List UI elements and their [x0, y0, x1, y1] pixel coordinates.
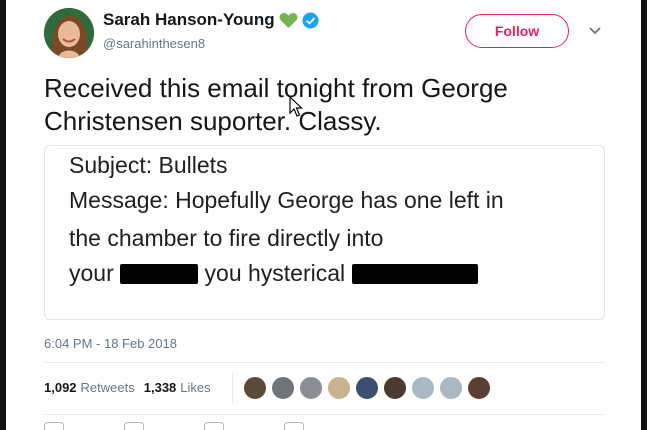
liker-avatars	[243, 376, 491, 400]
liker-avatar[interactable]	[299, 376, 323, 400]
divider	[44, 414, 605, 415]
author-avatar[interactable]	[44, 8, 94, 58]
tweet-timestamp[interactable]: 6:04 PM - 18 Feb 2018	[44, 336, 177, 351]
likes-label: Likes	[180, 380, 211, 395]
tweet-text: Received this email tonight from George …	[44, 72, 624, 138]
email-message-line: your you hysterical	[69, 260, 478, 287]
tweet-text-line: Christensen suporter. Classy.	[44, 106, 382, 136]
engagement-stats: 1,092 Retweets 1,338 Likes	[44, 380, 211, 395]
email-text-fragment: your	[69, 260, 114, 286]
tweet-card: Sarah Hanson-Young @sarahinthesen8 Follo…	[6, 0, 641, 430]
divider	[44, 362, 605, 363]
verified-badge-icon	[302, 11, 319, 29]
email-text-fragment: you hysterical	[204, 260, 346, 286]
redaction-bar	[351, 264, 478, 284]
retweets-stat[interactable]: 1,092 Retweets	[44, 380, 135, 395]
author-handle[interactable]: @sarahinthesen8	[103, 36, 205, 51]
message-icon[interactable]	[284, 422, 304, 430]
tweet-text-line: Received this email tonight from George	[44, 73, 508, 103]
chevron-down-icon[interactable]	[587, 24, 603, 38]
green-heart-icon	[279, 12, 298, 28]
retweet-icon[interactable]	[124, 422, 144, 430]
author-name-row[interactable]: Sarah Hanson-Young	[103, 10, 319, 30]
mouse-cursor-icon	[289, 96, 303, 117]
retweets-label: Retweets	[80, 380, 135, 395]
email-subject: Subject: Bullets	[69, 152, 228, 178]
reply-icon[interactable]	[44, 422, 64, 430]
like-icon[interactable]	[204, 422, 224, 430]
likes-count: 1,338	[143, 380, 177, 395]
likes-stat[interactable]: 1,338 Likes	[144, 380, 211, 395]
email-message-line: Message: Hopefully George has one left i…	[69, 187, 504, 213]
liker-avatar[interactable]	[327, 376, 351, 400]
liker-avatar[interactable]	[243, 376, 267, 400]
liker-avatar[interactable]	[355, 376, 379, 400]
email-message-line: the chamber to fire directly into	[69, 225, 384, 251]
liker-avatar[interactable]	[439, 376, 463, 400]
follow-button[interactable]: Follow	[465, 14, 569, 48]
liker-avatar[interactable]	[383, 376, 407, 400]
divider	[232, 373, 233, 403]
liker-avatar[interactable]	[411, 376, 435, 400]
liker-avatar[interactable]	[271, 376, 295, 400]
retweets-count: 1,092	[44, 380, 77, 395]
redaction-bar	[120, 264, 199, 284]
email-screenshot-image[interactable]: Subject: Bullets Message: Hopefully Geor…	[44, 145, 605, 320]
author-display-name[interactable]: Sarah Hanson-Young	[103, 10, 275, 30]
tweet-actions	[44, 422, 304, 430]
liker-avatar[interactable]	[467, 376, 491, 400]
